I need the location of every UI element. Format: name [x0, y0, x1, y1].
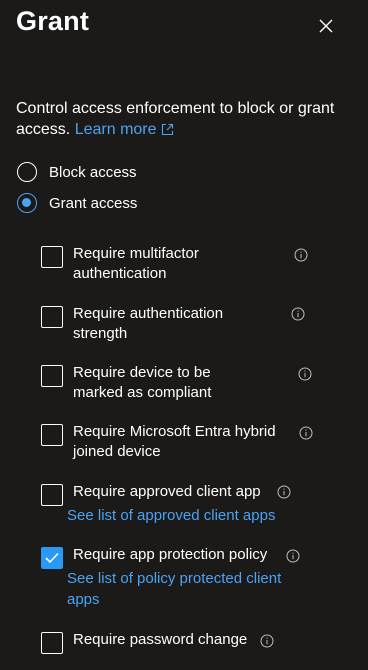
info-icon[interactable]: [260, 634, 274, 648]
auth-strength-checkbox[interactable]: [41, 306, 63, 328]
info-icon[interactable]: [299, 426, 313, 440]
grant-panel: Grant Control access enforcement to bloc…: [0, 0, 368, 670]
info-icon[interactable]: [294, 248, 308, 262]
app-protection-label: Require app protection policy: [73, 546, 268, 563]
description-text: Control access enforcement to block or g…: [16, 100, 335, 138]
grant-access-option[interactable]: Grant access: [17, 193, 137, 213]
password-change-checkbox[interactable]: [41, 632, 63, 654]
checkmark-icon: [45, 552, 59, 564]
mfa-checkbox[interactable]: [41, 246, 63, 268]
auth-strength-label: Require authentication strength: [73, 305, 224, 342]
learn-more-label: Learn more: [74, 121, 157, 138]
external-link-icon: [161, 123, 173, 136]
approved-client-apps-link[interactable]: See list of approved client apps: [67, 505, 307, 526]
compliant-device-label: Require device to be marked as compliant: [73, 364, 212, 401]
approved-client-app-label: Require approved client app: [73, 483, 261, 500]
hybrid-joined-checkbox[interactable]: [41, 424, 63, 446]
grant-access-label: Grant access: [49, 194, 138, 212]
close-icon: [319, 19, 333, 33]
info-icon[interactable]: [277, 485, 291, 499]
block-access-option[interactable]: Block access: [17, 162, 137, 182]
mfa-label: Require multifactor authentication: [73, 245, 199, 282]
block-access-label: Block access: [49, 163, 137, 181]
close-button[interactable]: [312, 12, 340, 40]
info-icon[interactable]: [298, 367, 312, 381]
learn-more-link[interactable]: Learn more: [75, 121, 174, 138]
app-protection-checkbox[interactable]: [41, 547, 63, 569]
policy-protected-apps-link[interactable]: See list of policy protected client apps: [67, 568, 307, 610]
panel-title: Grant: [16, 6, 90, 36]
password-change-label: Require password change: [73, 631, 248, 648]
panel-description: Control access enforcement to block or g…: [16, 98, 346, 140]
approved-client-app-checkbox[interactable]: [41, 484, 63, 506]
info-icon[interactable]: [286, 549, 300, 563]
info-icon[interactable]: [291, 307, 305, 321]
compliant-device-checkbox[interactable]: [41, 365, 63, 387]
hybrid-joined-label: Require Microsoft Entra hybrid joined de…: [73, 423, 276, 460]
block-access-radio[interactable]: [17, 162, 37, 182]
grant-access-radio[interactable]: [17, 193, 37, 213]
